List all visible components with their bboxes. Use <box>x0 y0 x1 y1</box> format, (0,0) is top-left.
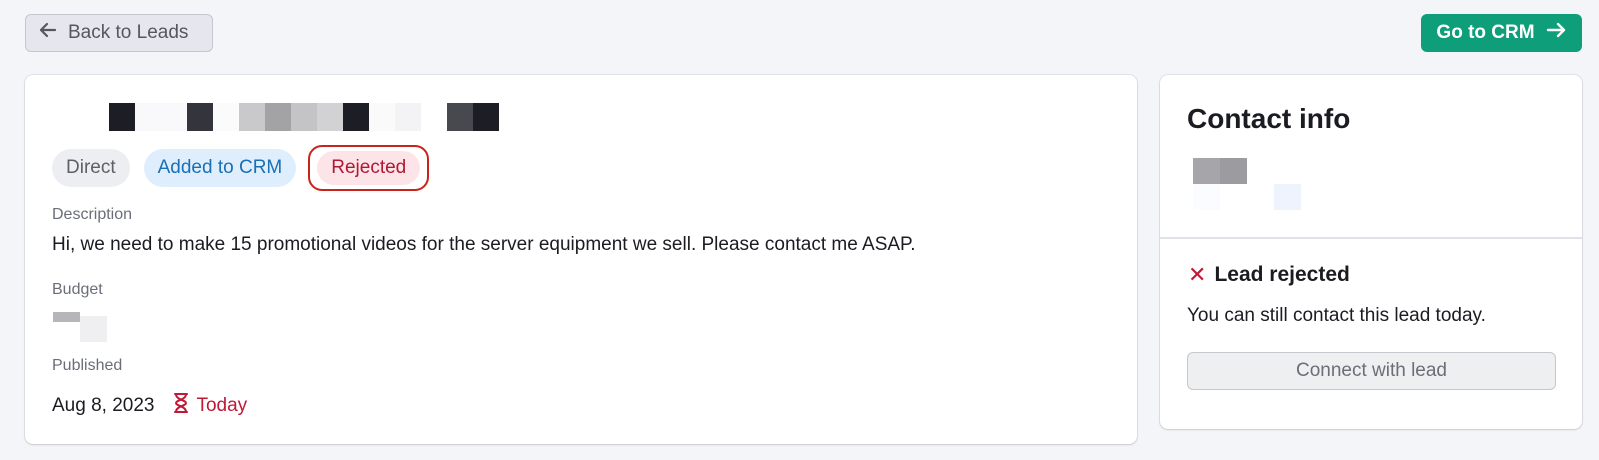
hourglass-icon <box>172 392 190 420</box>
arrow-right-icon <box>1545 19 1567 47</box>
connect-with-lead-button[interactable]: Connect with lead <box>1187 352 1556 390</box>
contact-info-title: Contact info <box>1187 103 1351 134</box>
lead-rejected-message: You can still contact this lead today. <box>1187 305 1486 326</box>
description-text: Hi, we need to make 15 promotional video… <box>52 234 916 255</box>
go-to-crm-button[interactable]: Go to CRM <box>1421 14 1582 52</box>
back-to-leads-button[interactable]: Back to Leads <box>25 14 213 52</box>
published-label: Published <box>52 357 123 374</box>
close-icon: ✕ <box>1188 262 1207 287</box>
tag-added-to-crm: Added to CRM <box>143 149 297 187</box>
go-to-crm-label: Go to CRM <box>1436 22 1535 43</box>
published-relative: Today <box>172 392 247 420</box>
lead-rejected-heading: ✕ Lead rejected <box>1188 263 1350 287</box>
lead-rejected-title: Lead rejected <box>1214 263 1350 286</box>
contact-divider <box>1160 237 1582 239</box>
arrow-left-icon <box>38 20 58 46</box>
tag-direct: Direct <box>52 149 130 187</box>
budget-label: Budget <box>52 281 103 298</box>
lead-tags: Direct Added to CRM Rejected <box>52 145 430 191</box>
back-to-leads-label: Back to Leads <box>68 22 189 43</box>
published-date: Aug 8, 2023 <box>52 395 155 416</box>
today-label: Today <box>196 395 248 416</box>
description-label: Description <box>52 206 133 223</box>
rejected-highlight: Rejected <box>308 145 430 191</box>
published-row: Aug 8, 2023 Today <box>52 392 247 420</box>
tag-rejected: Rejected <box>317 151 421 185</box>
lead-title-redacted <box>109 103 499 131</box>
